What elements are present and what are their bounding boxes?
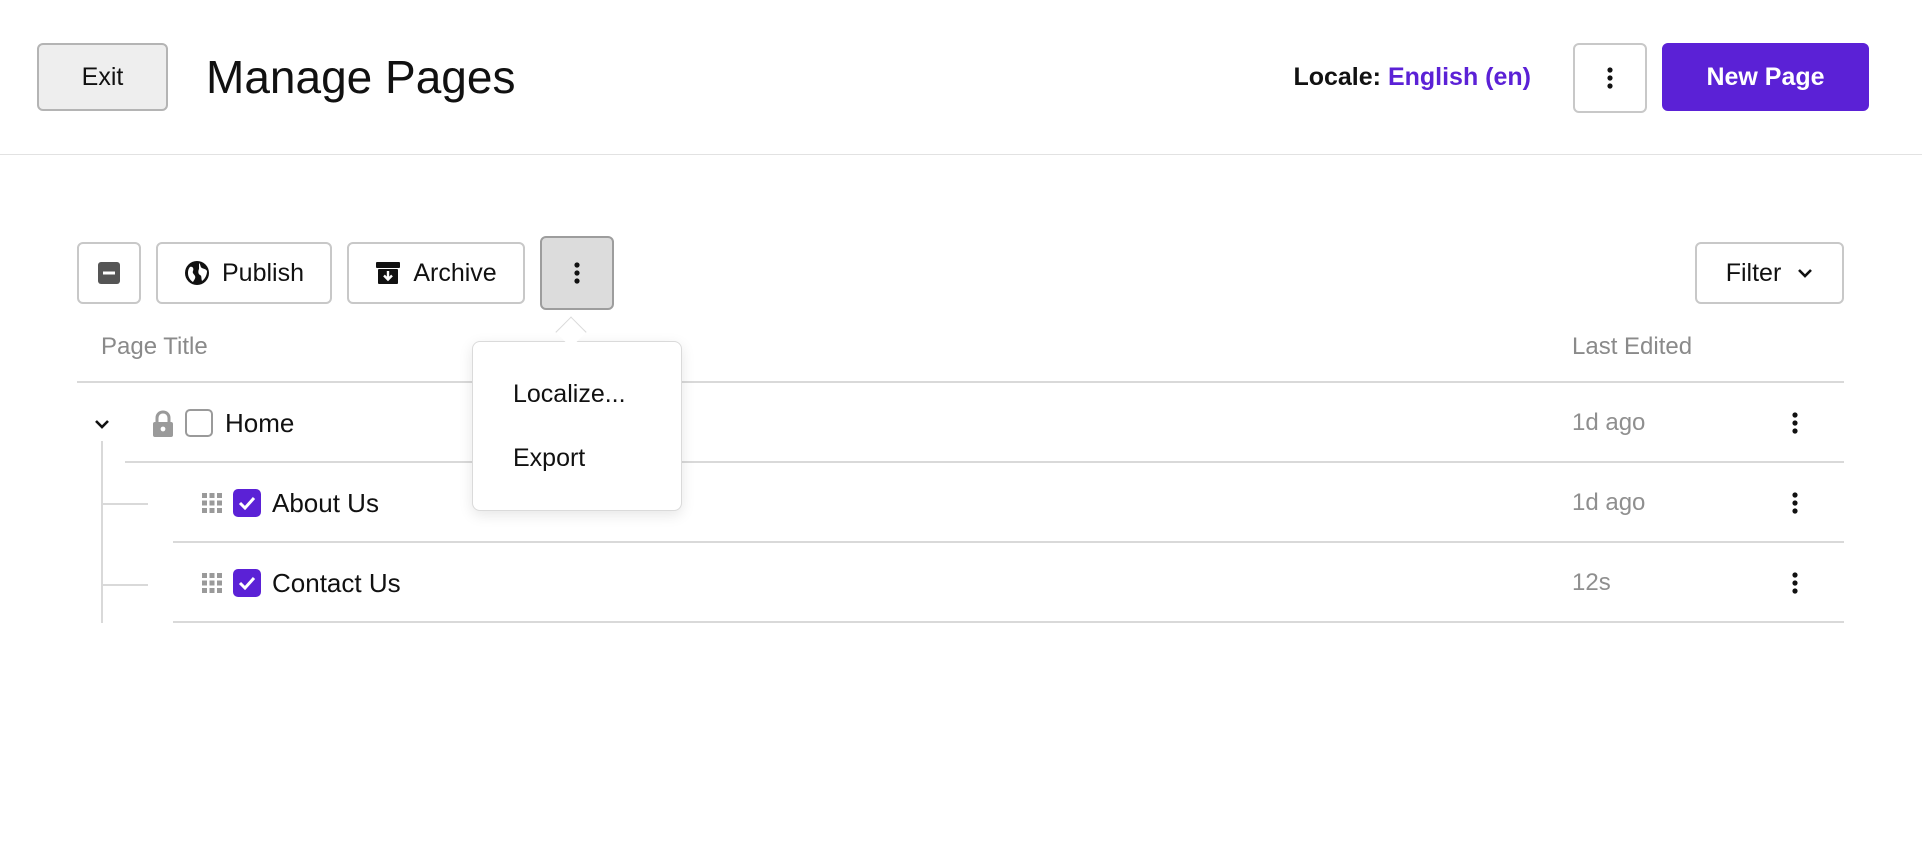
menu-item-localize[interactable]: Localize...: [513, 377, 626, 411]
filter-label: Filter: [1725, 258, 1782, 287]
row-checkbox[interactable]: [185, 409, 213, 437]
lock-icon: [151, 410, 175, 438]
archive-label: Archive: [413, 258, 497, 287]
header-more-button[interactable]: [1573, 43, 1647, 113]
more-actions-button[interactable]: [540, 236, 614, 310]
publish-label: Publish: [222, 258, 304, 287]
vertical-ellipsis-icon: [574, 262, 580, 284]
header-rule: [77, 381, 1844, 383]
row-title[interactable]: Home: [225, 405, 294, 441]
row-title[interactable]: Contact Us: [272, 565, 401, 601]
vertical-ellipsis-icon: [1792, 572, 1798, 594]
archive-button[interactable]: Archive: [347, 242, 525, 304]
vertical-ellipsis-icon: [1792, 492, 1798, 514]
menu-item-export[interactable]: Export: [513, 441, 585, 475]
drag-grid-icon[interactable]: [201, 492, 223, 514]
row-more-button[interactable]: [1780, 486, 1810, 520]
globe-icon: [185, 261, 209, 285]
publish-button[interactable]: Publish: [156, 242, 332, 304]
minus-square-icon: [98, 262, 120, 284]
chevron-down-icon: [1798, 269, 1813, 278]
expand-toggle[interactable]: [91, 413, 113, 435]
locale-value[interactable]: English (en): [1388, 63, 1531, 91]
locale-label: Locale:: [1293, 63, 1381, 91]
row-title[interactable]: About Us: [272, 485, 379, 521]
archive-box-icon: [376, 262, 401, 284]
page-title: Manage Pages: [206, 51, 516, 103]
filter-button[interactable]: Filter: [1695, 242, 1844, 304]
more-actions-menu: [472, 341, 682, 511]
tree-branch: [102, 584, 148, 586]
row-divider: [125, 461, 1844, 463]
exit-button[interactable]: Exit: [37, 43, 168, 111]
row-last-edited: 1d ago: [1572, 489, 1646, 516]
chevron-down-icon: [95, 420, 109, 429]
column-header-title[interactable]: Page Title: [101, 330, 208, 364]
row-divider: [173, 541, 1844, 543]
tree-branch: [102, 503, 148, 505]
locale-selector[interactable]: Locale: English (en): [1293, 60, 1531, 94]
tree-line: [101, 441, 103, 623]
new-page-button[interactable]: New Page: [1662, 43, 1869, 111]
row-more-button[interactable]: [1780, 406, 1810, 440]
row-checkbox[interactable]: [233, 569, 261, 597]
row-divider: [173, 621, 1844, 623]
column-header-last-edited[interactable]: Last Edited: [1572, 330, 1692, 364]
row-last-edited: 1d ago: [1572, 409, 1646, 436]
vertical-ellipsis-icon: [1607, 67, 1613, 89]
header-divider: [0, 154, 1922, 155]
row-more-button[interactable]: [1780, 566, 1810, 600]
row-last-edited: 12s: [1572, 569, 1611, 596]
vertical-ellipsis-icon: [1792, 412, 1798, 434]
row-checkbox[interactable]: [233, 489, 261, 517]
check-icon: [238, 576, 256, 590]
check-icon: [238, 496, 256, 510]
select-all-toggle[interactable]: [77, 242, 141, 304]
drag-grid-icon[interactable]: [201, 572, 223, 594]
